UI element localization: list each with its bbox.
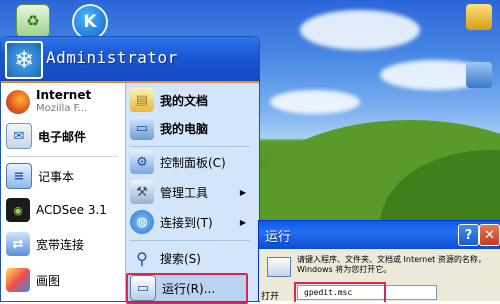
k-app-icon[interactable]: K xyxy=(72,4,108,40)
acdsee-icon: ◉ xyxy=(6,198,30,222)
run-program-icon xyxy=(267,257,291,277)
search-icon: ⚲ xyxy=(136,248,148,268)
pinned-divider xyxy=(6,156,118,157)
place-item-label: 管理工具 xyxy=(160,185,209,200)
connect-to-icon: ◍ xyxy=(130,210,154,234)
submenu-arrow-icon: ▶ xyxy=(239,187,246,197)
email-icon: ✉ xyxy=(6,123,32,149)
recent-item-broadband[interactable]: ⇄ 宽带连接 xyxy=(6,228,122,260)
firefox-icon xyxy=(6,90,30,114)
submenu-arrow-icon: ▶ xyxy=(239,217,246,227)
input-highlight xyxy=(294,282,386,302)
admin-tools-icon: ⚒ xyxy=(130,180,154,204)
recycle-bin-icon[interactable]: ♻ xyxy=(16,4,50,38)
place-item-connect-to[interactable]: ◍ 连接到(T) ▶ xyxy=(130,206,254,238)
run-dialog-description: 请键入程序、文件夹、文档或 Internet 资源的名称，Windows 将为您… xyxy=(297,255,486,274)
help-button[interactable]: ? xyxy=(458,224,479,246)
place-item-control-panel[interactable]: ⚙ 控制面板(C) xyxy=(130,146,254,178)
recent-item-acdsee[interactable]: ◉ ACDSee 3.1 xyxy=(6,194,122,226)
place-item-run[interactable]: ▭ 运行(R)... xyxy=(130,272,254,304)
place-item-label: 我的电脑 xyxy=(160,121,209,136)
pinned-item-internet[interactable]: Internet Mozilla F... xyxy=(6,86,122,118)
open-label: 打开 xyxy=(261,292,280,301)
pinned-item-title: 电子邮件 xyxy=(38,129,87,144)
pinned-item-email[interactable]: ✉ 电子邮件 xyxy=(6,120,122,152)
place-item-search[interactable]: ⚲ 搜索(S) xyxy=(130,242,254,274)
notepad-icon: ≡ xyxy=(6,163,32,189)
desktop-app-icon[interactable] xyxy=(466,62,492,88)
place-item-label: 我的文档 xyxy=(160,93,209,108)
control-panel-icon: ⚙ xyxy=(130,150,154,174)
recent-item-label: 画图 xyxy=(36,273,61,288)
paint-icon xyxy=(6,268,30,292)
close-button[interactable]: ✕ xyxy=(479,224,500,246)
pinned-item-subtitle: Mozilla F... xyxy=(36,103,88,114)
place-item-my-computer[interactable]: ▭ 我的电脑 xyxy=(130,112,254,144)
run-icon: ▭ xyxy=(130,275,156,301)
recent-item-label: 记事本 xyxy=(38,169,75,184)
start-menu-header: ❄ Administrator xyxy=(1,37,259,83)
broadband-icon: ⇄ xyxy=(6,232,30,256)
my-computer-icon: ▭ xyxy=(130,116,154,140)
username: Administrator xyxy=(46,48,178,67)
recent-item-label: ACDSee 3.1 xyxy=(36,203,107,217)
desktop-folder-icon[interactable] xyxy=(466,4,492,30)
my-documents-icon: ▤ xyxy=(130,88,154,112)
place-item-label: 搜索(S) xyxy=(160,251,201,266)
place-item-label: 控制面板(C) xyxy=(160,155,226,170)
recent-item-label: 宽带连接 xyxy=(36,237,85,252)
place-item-admin-tools[interactable]: ⚒ 管理工具 ▶ xyxy=(130,176,254,208)
pinned-item-title: Internet xyxy=(36,88,92,102)
run-dialog-titlebar[interactable]: 运行 ? ✕ xyxy=(259,221,500,249)
user-avatar-icon[interactable]: ❄ xyxy=(5,41,43,79)
place-item-label: 连接到(T) xyxy=(160,215,213,230)
recent-item-paint[interactable]: 画图 xyxy=(6,264,122,296)
run-dialog-title: 运行 xyxy=(265,230,292,245)
recent-item-notepad[interactable]: ≡ 记事本 xyxy=(6,160,122,192)
cloud xyxy=(300,10,420,50)
places-divider xyxy=(130,240,250,241)
pinned-item-internet-text: Internet Mozilla F... xyxy=(36,89,91,115)
place-item-label: 运行(R)... xyxy=(162,281,216,296)
cloud xyxy=(270,90,360,114)
